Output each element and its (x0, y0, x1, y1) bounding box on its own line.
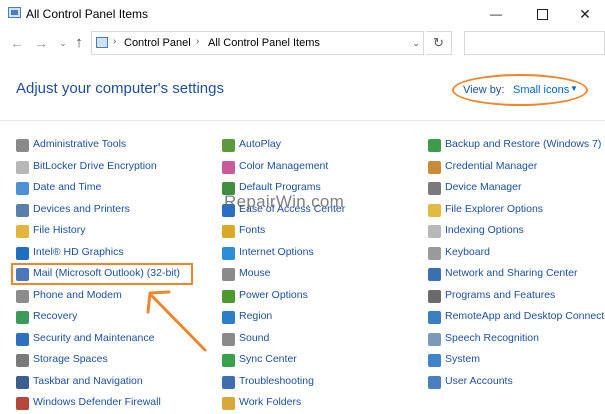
item-label[interactable]: Region (239, 310, 272, 322)
chevron-down-icon[interactable]: ▼ (570, 84, 578, 93)
item-label[interactable]: Color Management (239, 160, 328, 172)
up-button[interactable]: ↑ (70, 34, 88, 52)
mail-highlight-box (11, 263, 193, 285)
sync-center-icon (222, 354, 235, 367)
breadcrumb-all-items[interactable]: All Control Panel Items (208, 37, 320, 49)
breadcrumb-separator[interactable]: › (196, 36, 199, 47)
taskbar-and-navigation-icon (16, 375, 29, 389)
item-label[interactable]: Recovery (33, 310, 77, 322)
security-and-maintenance-icon (16, 332, 29, 346)
item-label[interactable]: Administrative Tools (33, 138, 126, 150)
system-icon (428, 354, 441, 367)
mouse-icon (222, 268, 235, 281)
devices-and-printers-icon (16, 203, 29, 217)
title-bar: All Control Panel Items — ✕ (0, 0, 605, 28)
storage-spaces-icon (16, 354, 29, 367)
item-label[interactable]: Phone and Modem (33, 289, 122, 301)
speech-recognition-icon (428, 332, 441, 346)
bitlocker-drive-encryption-icon (16, 160, 29, 174)
indexing-options-icon (428, 225, 441, 238)
user-accounts-icon (428, 375, 441, 389)
keyboard-icon (428, 246, 441, 260)
item-label[interactable]: Taskbar and Navigation (33, 375, 143, 387)
control-panel-icon (96, 37, 108, 48)
recovery-icon (16, 311, 29, 324)
item-label[interactable]: File Explorer Options (445, 203, 543, 215)
phone-and-modem-icon (16, 289, 29, 303)
intel-hd-graphics-icon (16, 246, 29, 260)
region-icon (222, 311, 235, 324)
item-label[interactable]: Mouse (239, 267, 271, 279)
item-label[interactable]: Programs and Features (445, 289, 555, 301)
view-by-label: View by: (463, 84, 505, 96)
control-panel-icon (8, 7, 21, 18)
item-label[interactable]: Devices and Printers (33, 203, 130, 215)
programs-and-features-icon (428, 289, 441, 303)
maximize-button[interactable] (522, 2, 562, 26)
item-label[interactable]: Keyboard (445, 246, 490, 258)
credential-manager-icon (428, 160, 441, 174)
window-title: All Control Panel Items (26, 7, 149, 21)
item-label[interactable]: File History (33, 224, 86, 236)
divider (0, 120, 605, 121)
item-label[interactable]: Troubleshooting (239, 375, 314, 387)
item-label[interactable]: Credential Manager (445, 160, 537, 172)
item-label[interactable]: BitLocker Drive Encryption (33, 160, 157, 172)
file-explorer-options-icon (428, 203, 441, 217)
fonts-icon (222, 225, 235, 238)
date-and-time-icon (16, 182, 29, 195)
sound-icon (222, 332, 235, 346)
color-management-icon (222, 160, 235, 174)
remoteapp-and-desktop-connections-icon (428, 311, 441, 324)
windows-defender-firewall-icon (16, 397, 29, 410)
item-label[interactable]: Security and Maintenance (33, 332, 154, 344)
close-button[interactable]: ✕ (565, 2, 605, 26)
item-label[interactable]: Work Folders (239, 396, 301, 408)
item-label[interactable]: Network and Sharing Center (445, 267, 578, 279)
file-history-icon (16, 225, 29, 238)
refresh-button[interactable]: ↻ (426, 31, 452, 55)
maximize-icon (536, 9, 548, 21)
item-label[interactable]: AutoPlay (239, 138, 281, 150)
item-label[interactable]: System (445, 353, 480, 365)
back-button[interactable]: ← (8, 34, 26, 52)
item-label[interactable]: Sound (239, 332, 269, 344)
search-input[interactable] (464, 31, 605, 55)
breadcrumb-separator[interactable]: › (113, 36, 116, 47)
power-options-icon (222, 289, 235, 303)
item-label[interactable]: Intel® HD Graphics (33, 246, 124, 258)
autoplay-icon (222, 139, 235, 152)
item-label[interactable]: Speech Recognition (445, 332, 539, 344)
item-label[interactable]: Fonts (239, 224, 265, 236)
item-label[interactable]: Sync Center (239, 353, 297, 365)
minimize-button[interactable]: — (476, 2, 516, 26)
item-label[interactable]: Storage Spaces (33, 353, 108, 365)
breadcrumb-control-panel[interactable]: Control Panel (124, 37, 191, 49)
item-label[interactable]: Device Manager (445, 181, 521, 193)
backup-and-restore-windows-7-icon (428, 139, 441, 152)
forward-button[interactable]: → (32, 34, 50, 52)
troubleshooting-icon (222, 375, 235, 389)
item-label[interactable]: RemoteApp and Desktop Connections (445, 310, 605, 322)
address-dropdown-button[interactable]: ⌄ (407, 32, 425, 54)
administrative-tools-icon (16, 139, 29, 152)
address-bar[interactable]: › Control Panel › All Control Panel Item… (91, 31, 424, 55)
page-title: Adjust your computer's settings (16, 80, 224, 97)
item-label[interactable]: Date and Time (33, 181, 101, 193)
device-manager-icon (428, 182, 441, 195)
work-folders-icon (222, 397, 235, 410)
item-label[interactable]: Power Options (239, 289, 308, 301)
item-label[interactable]: Windows Defender Firewall (33, 396, 161, 408)
network-and-sharing-center-icon (428, 268, 441, 281)
watermark: RepairWin.com (224, 192, 345, 211)
item-label[interactable]: Indexing Options (445, 224, 524, 236)
item-label[interactable]: Internet Options (239, 246, 314, 258)
item-label[interactable]: User Accounts (445, 375, 513, 387)
view-by-dropdown[interactable]: Small icons (513, 84, 569, 96)
item-label[interactable]: Backup and Restore (Windows 7) (445, 138, 601, 150)
internet-options-icon (222, 246, 235, 260)
